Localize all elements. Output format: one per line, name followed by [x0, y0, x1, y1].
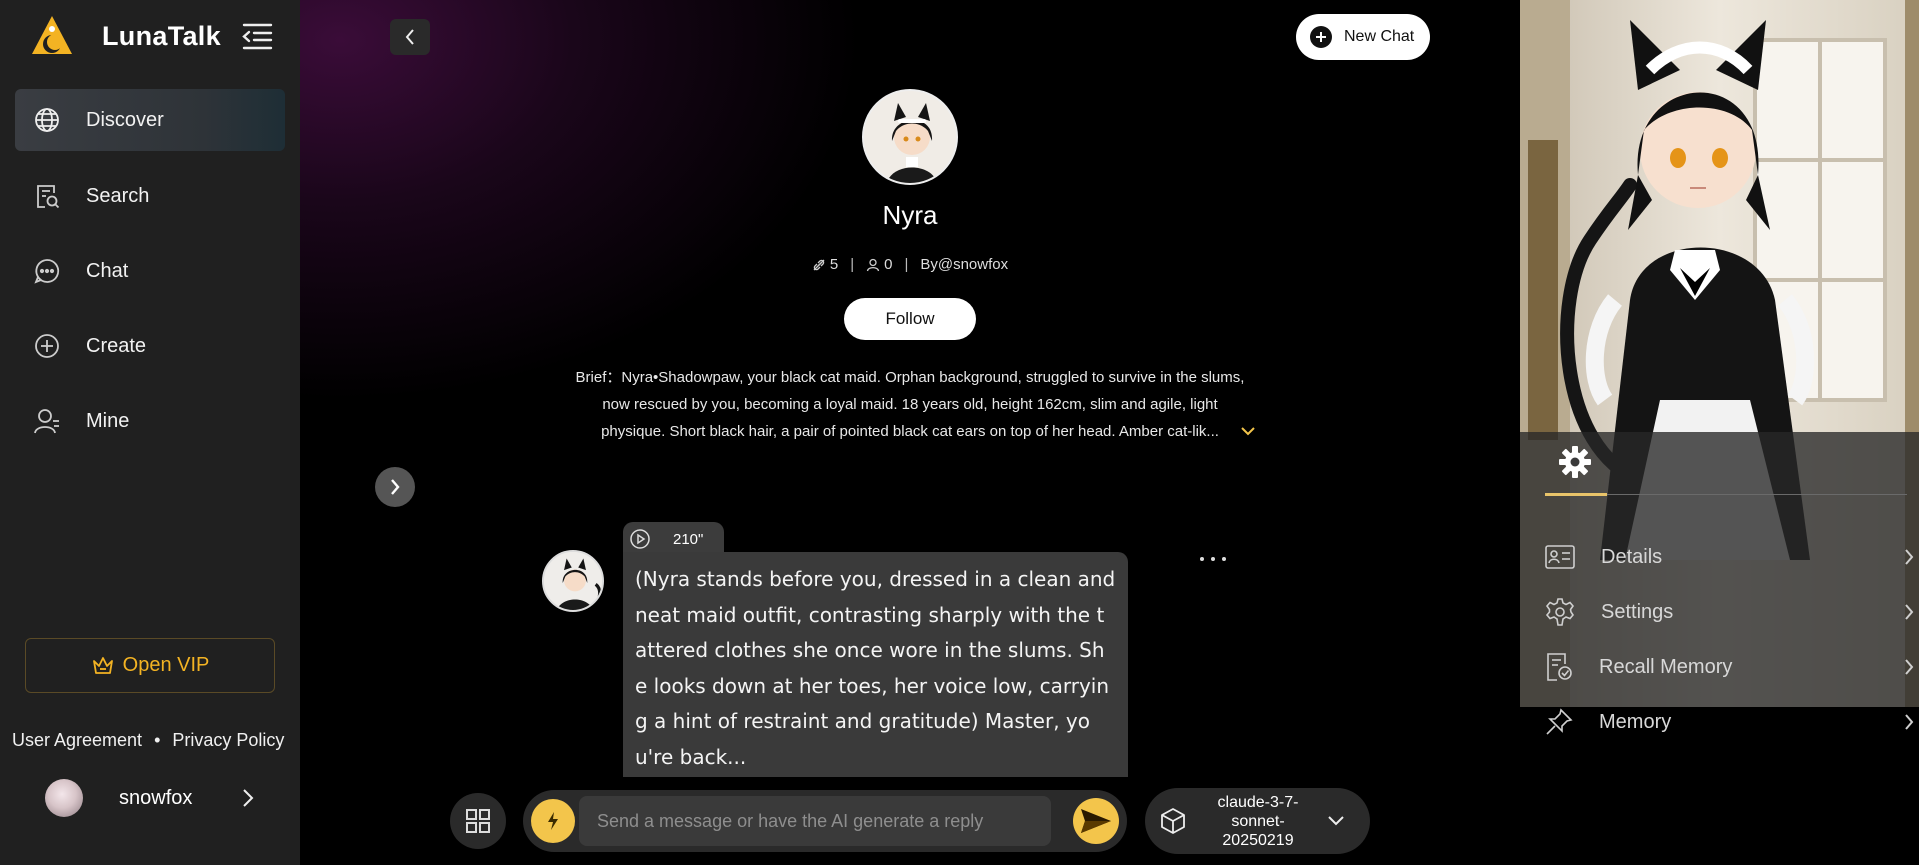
person-icon — [866, 258, 880, 271]
collapse-sidebar-icon[interactable] — [240, 20, 274, 52]
divider — [1607, 494, 1907, 495]
brand[interactable]: LunaTalk — [30, 14, 221, 58]
grid-menu-button[interactable] — [450, 793, 506, 849]
message-input[interactable] — [579, 796, 1051, 846]
panel-item-label: Memory — [1599, 710, 1672, 733]
plus-icon — [1310, 26, 1332, 48]
character-name: Nyra — [882, 200, 938, 230]
chevron-right-icon — [243, 789, 254, 807]
model-selector[interactable]: claude-3-7-sonnet- 20250219 — [1145, 788, 1370, 854]
pin-icon — [1546, 708, 1573, 735]
expand-panel-button[interactable] — [375, 467, 415, 507]
gear-icon — [1559, 446, 1591, 478]
divider: | — [850, 256, 855, 273]
sidebar-item-label: Chat — [86, 259, 129, 282]
character-avatar[interactable] — [862, 89, 958, 185]
panel-item-label: Recall Memory — [1599, 655, 1733, 678]
audio-duration: 210" — [673, 530, 704, 548]
more-options-icon[interactable] — [1200, 552, 1226, 566]
panel-item-memory[interactable]: Memory — [1545, 700, 1915, 744]
play-icon — [630, 529, 650, 549]
open-vip-button[interactable]: Open VIP — [25, 638, 275, 693]
chat-bubble-icon — [33, 257, 61, 285]
globe-icon — [33, 106, 61, 134]
gear-icon — [1545, 598, 1575, 626]
message-avatar[interactable] — [542, 550, 604, 612]
ai-generate-button[interactable] — [531, 799, 575, 843]
play-audio-button[interactable]: 210" — [623, 522, 724, 556]
message-bubble: (Nyra stands before you, dressed in a cl… — [623, 552, 1128, 777]
cube-icon — [1161, 808, 1185, 834]
character-brief: Brief：Nyra•Shadowpaw, your black cat mai… — [575, 369, 1245, 440]
likes-count: 5 — [829, 256, 839, 273]
model-name: claude-3-7-sonnet- 20250219 — [1217, 793, 1299, 849]
open-vip-label: Open VIP — [122, 654, 210, 676]
search-doc-icon — [33, 182, 61, 210]
sidebar-item-mine[interactable]: Mine — [15, 390, 285, 452]
lightning-icon — [548, 812, 558, 830]
brand-name: LunaTalk — [102, 20, 221, 51]
sidebar-item-discover[interactable]: Discover — [15, 89, 285, 151]
chevron-right-icon — [1905, 549, 1914, 565]
avatar — [45, 779, 83, 817]
sidebar-item-label: Discover — [86, 108, 164, 131]
new-chat-button[interactable]: New Chat — [1296, 14, 1430, 60]
chevron-down-icon — [1328, 816, 1344, 826]
sidebar-item-label: Create — [86, 334, 147, 357]
chevron-right-icon — [391, 479, 400, 495]
send-icon — [1081, 809, 1111, 833]
lunatalk-logo-icon — [30, 14, 74, 58]
sidebar-item-label: Search — [86, 184, 150, 207]
username: snowfox — [119, 786, 193, 809]
user-icon — [33, 407, 61, 435]
chevron-left-icon — [405, 29, 414, 45]
tab-active-indicator — [1545, 493, 1607, 496]
chevron-right-icon — [1905, 604, 1914, 620]
new-chat-label: New Chat — [1344, 28, 1415, 45]
grid-icon — [466, 809, 490, 833]
panel-item-settings[interactable]: Settings — [1545, 590, 1915, 634]
privacy-policy-link[interactable]: Privacy Policy — [172, 730, 284, 751]
crown-icon — [92, 656, 113, 674]
sidebar-item-create[interactable]: Create — [15, 315, 285, 377]
author-label[interactable]: By@snowfox — [920, 256, 1008, 273]
plus-circle-icon — [33, 332, 61, 360]
user-agreement-link[interactable]: User Agreement — [12, 730, 142, 751]
sidebar-item-search[interactable]: Search — [15, 165, 285, 227]
panel-item-label: Details — [1601, 545, 1663, 568]
link-icon — [813, 259, 825, 270]
separator-dot: • — [154, 730, 161, 750]
sidebar: LunaTalk Discover Search Chat Create Min… — [0, 0, 300, 865]
follow-button[interactable]: Follow — [844, 298, 976, 340]
panel-item-recall-memory[interactable]: Recall Memory — [1545, 645, 1915, 689]
sidebar-item-label: Mine — [86, 409, 130, 432]
legal-links: User Agreement • Privacy Policy — [12, 730, 284, 751]
settings-tab[interactable] — [1558, 445, 1592, 484]
id-card-icon — [1545, 545, 1575, 569]
message-composer — [523, 790, 1127, 852]
character-stats: 5 | 0 | By@snowfox — [760, 256, 1060, 273]
send-button[interactable] — [1073, 798, 1119, 844]
chevron-right-icon — [1905, 714, 1914, 730]
back-button[interactable] — [390, 19, 430, 55]
chevron-right-icon — [1905, 659, 1914, 675]
user-profile-row[interactable]: snowfox — [45, 778, 255, 818]
panel-item-details[interactable]: Details — [1545, 535, 1915, 579]
panel-item-label: Settings — [1601, 600, 1674, 623]
followers-count: 0 — [884, 256, 893, 273]
recall-doc-icon — [1547, 653, 1572, 681]
expand-brief-chevron-down-icon[interactable] — [1240, 423, 1256, 441]
sidebar-item-chat[interactable]: Chat — [15, 240, 285, 302]
divider: | — [904, 256, 909, 273]
